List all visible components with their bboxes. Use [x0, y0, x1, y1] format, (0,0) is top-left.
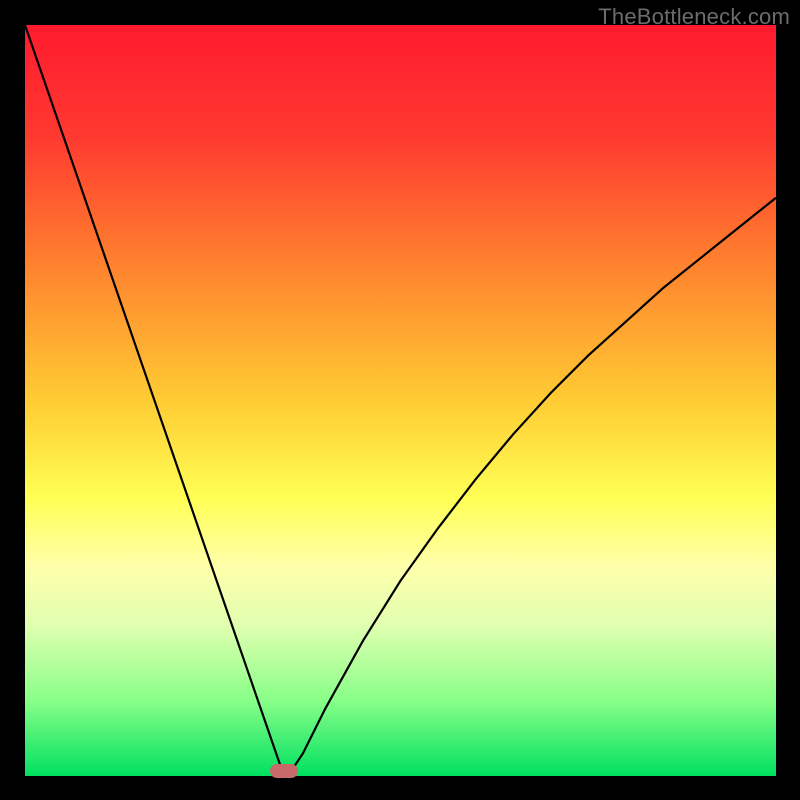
watermark-text: TheBottleneck.com [598, 4, 790, 30]
chart-frame: TheBottleneck.com [0, 0, 800, 800]
optimum-marker [270, 764, 298, 778]
bottleneck-curve [25, 25, 776, 776]
